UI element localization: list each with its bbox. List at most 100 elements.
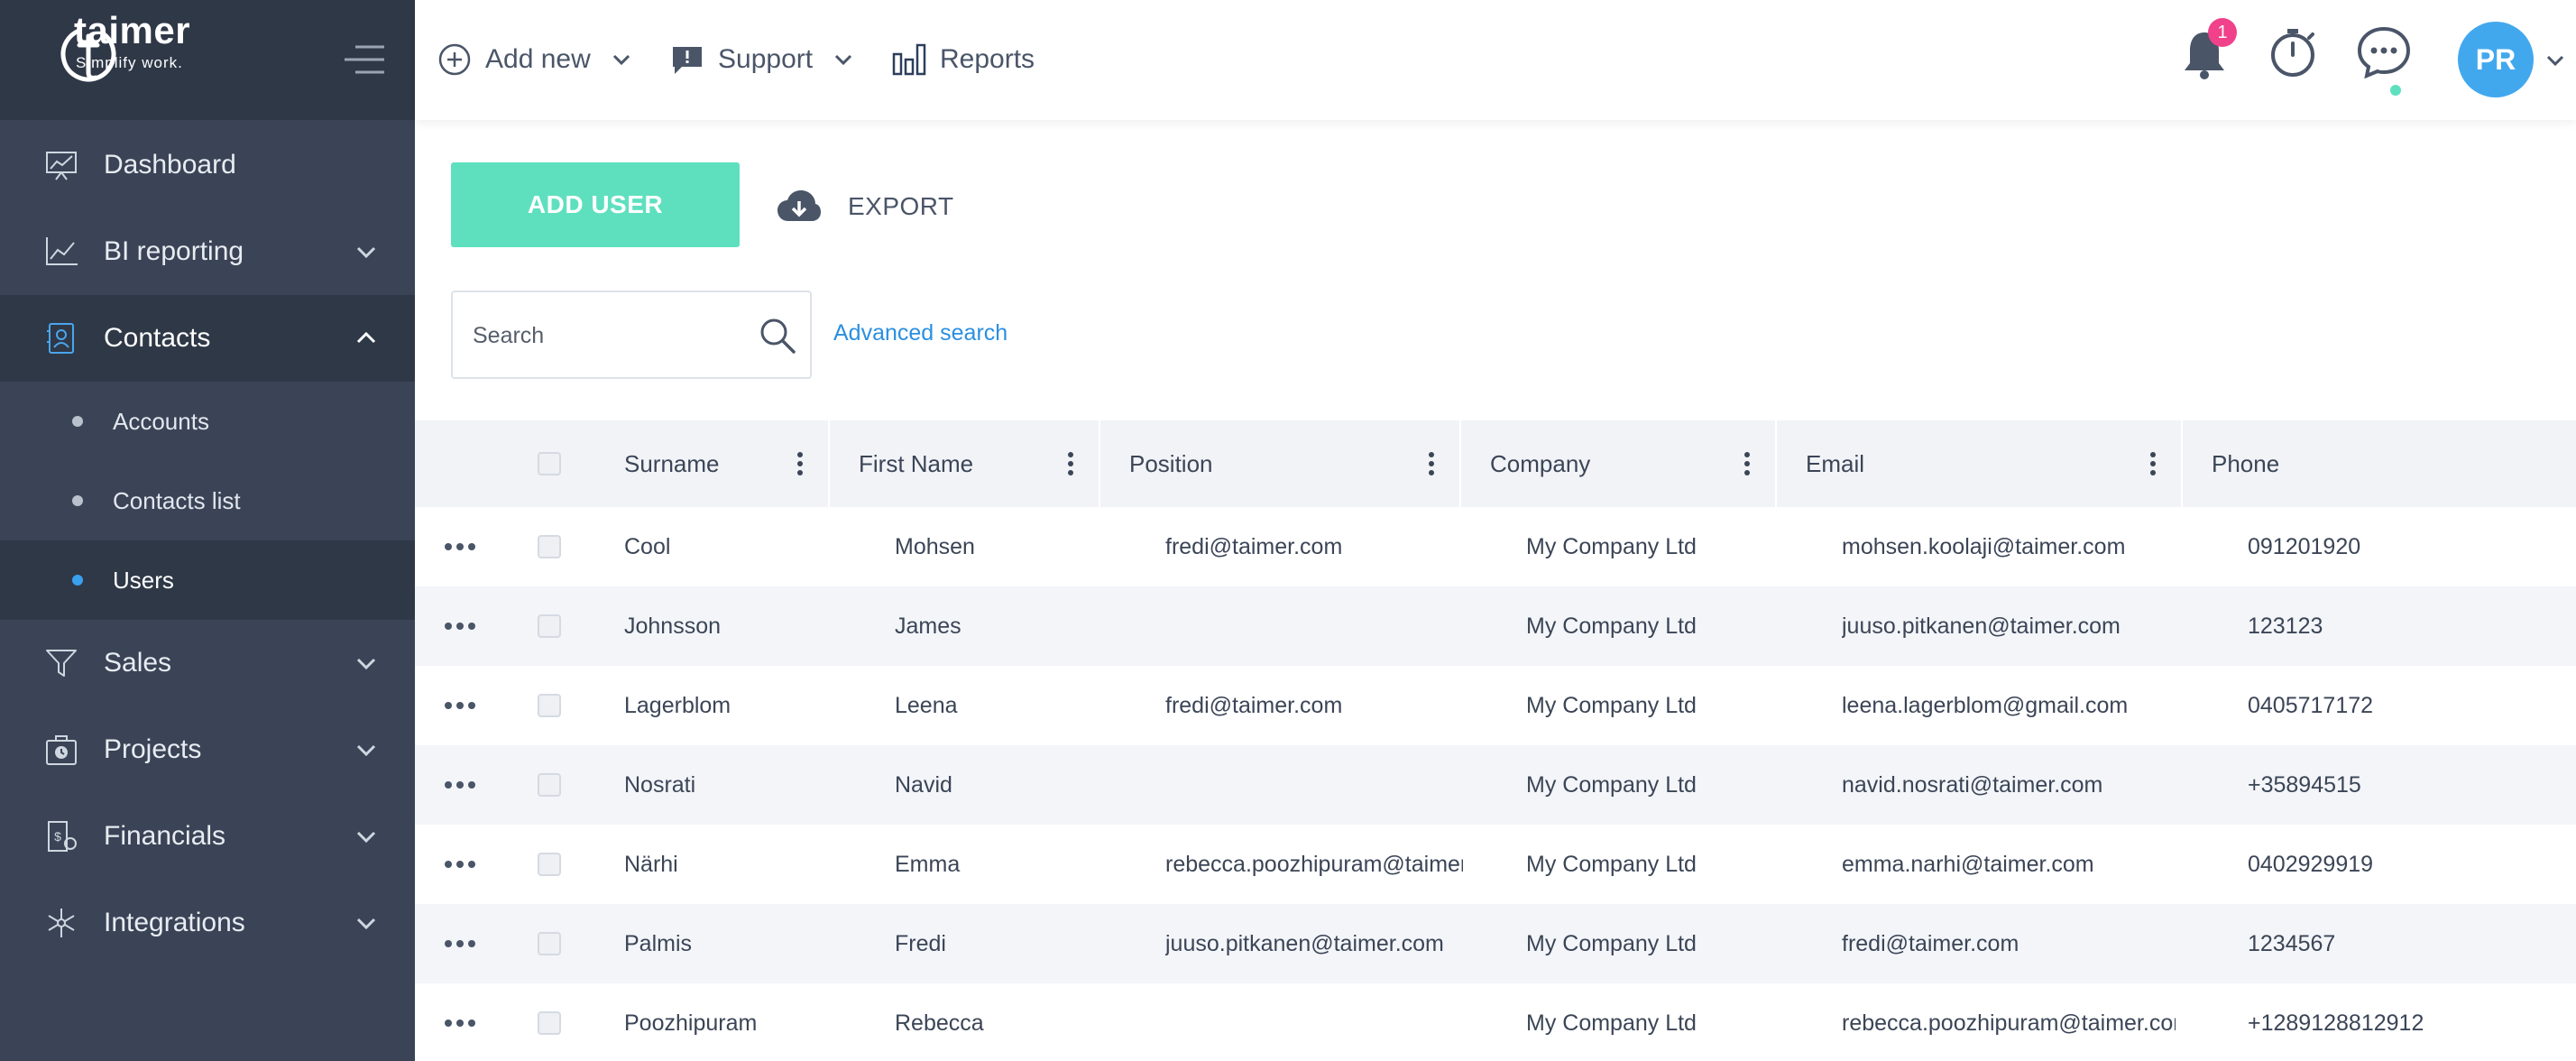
row-checkbox[interactable]: [538, 1011, 561, 1035]
reports-label: Reports: [940, 44, 1035, 74]
table-row[interactable]: Nosrati Navid My Company Ltd navid.nosra…: [415, 745, 2576, 825]
chevron-down-icon[interactable]: [831, 47, 856, 72]
row-checkbox[interactable]: [538, 535, 561, 558]
reports-button[interactable]: Reports: [891, 34, 1035, 85]
chevron-down-icon[interactable]: [609, 47, 634, 72]
table-row[interactable]: Johnsson James My Company Ltd juuso.pitk…: [415, 586, 2576, 666]
row-checkbox[interactable]: [538, 932, 561, 955]
cell-email: navid.nosrati@taimer.com: [1842, 771, 2103, 798]
sidebar-subitem-users[interactable]: Users: [0, 540, 415, 620]
row-actions-icon[interactable]: [444, 536, 476, 558]
row-actions-icon[interactable]: [444, 774, 476, 796]
cell-phone: 123123: [2248, 613, 2323, 639]
chevron-down-icon: [356, 658, 376, 670]
sidebar-item-dashboard[interactable]: Dashboard: [0, 122, 415, 208]
stopwatch-icon[interactable]: [2266, 25, 2320, 79]
sidebar-item-financials[interactable]: $ Financials: [0, 793, 415, 880]
cell-surname: Lagerblom: [624, 692, 731, 718]
header-company[interactable]: Company: [1461, 420, 1777, 507]
add-user-button[interactable]: ADD USER: [451, 162, 740, 247]
export-label: EXPORT: [848, 192, 954, 220]
add-new-button[interactable]: Add new: [437, 34, 634, 85]
table-row[interactable]: Palmis Fredi juuso.pitkanen@taimer.com M…: [415, 904, 2576, 983]
bullet-dot: [72, 416, 83, 427]
main-content: ADD USER EXPORT Advanced search Surname: [415, 120, 2576, 1061]
cell-surname: Nosrati: [624, 771, 696, 798]
search-icon[interactable]: [758, 316, 797, 355]
row-checkbox[interactable]: [538, 853, 561, 876]
row-actions-icon[interactable]: [444, 853, 476, 875]
row-actions-icon[interactable]: [444, 933, 476, 955]
brand-area: taimer Simplify work.: [0, 0, 415, 120]
cell-email: emma.narhi@taimer.com: [1842, 851, 2094, 877]
avatar[interactable]: PR: [2458, 22, 2534, 97]
cell-company: My Company Ltd: [1526, 692, 1697, 718]
cell-first-name: James: [895, 613, 961, 639]
row-actions-icon[interactable]: [444, 1012, 476, 1034]
cell-first-name: Navid: [895, 771, 952, 798]
table-row[interactable]: Närhi Emma rebecca.poozhipuram@taimer...…: [415, 825, 2576, 904]
sidebar: taimer Simplify work. Dashboard BI repor…: [0, 0, 415, 1061]
cell-email: mohsen.koolaji@taimer.com: [1842, 533, 2126, 559]
chevron-down-icon: [356, 831, 376, 844]
row-checkbox[interactable]: [538, 694, 561, 717]
top-bar: Add new Support Reports 1 PR: [415, 0, 2576, 120]
row-actions-icon[interactable]: [444, 615, 476, 637]
sidebar-item-projects[interactable]: Projects: [0, 706, 415, 793]
cell-phone: 0402929919: [2248, 851, 2374, 877]
cell-surname: Närhi: [624, 851, 678, 877]
chevron-down-icon[interactable]: [2544, 49, 2567, 72]
support-chat-icon: [673, 47, 702, 74]
header-position[interactable]: Position: [1100, 420, 1461, 507]
sidebar-item-label: BI reporting: [104, 236, 244, 266]
table-row[interactable]: Lagerblom Leena fredi@taimer.com My Comp…: [415, 666, 2576, 745]
search-input[interactable]: [473, 319, 743, 352]
chart-line-icon: [46, 237, 78, 265]
support-button[interactable]: Support: [669, 34, 856, 85]
column-menu-icon[interactable]: [1066, 451, 1075, 476]
row-checkbox[interactable]: [538, 773, 561, 797]
sidebar-item-contacts[interactable]: Contacts: [0, 295, 415, 382]
sidebar-item-integrations[interactable]: Integrations: [0, 880, 415, 966]
funnel-icon: [46, 650, 77, 677]
table-row[interactable]: Poozhipuram Rebecca My Company Ltd rebec…: [415, 983, 2576, 1061]
column-menu-icon[interactable]: [1427, 451, 1436, 476]
header-surname[interactable]: Surname: [568, 420, 830, 507]
column-menu-icon[interactable]: [796, 451, 805, 476]
advanced-search-link[interactable]: Advanced search: [833, 320, 1007, 346]
header-first-name[interactable]: First Name: [830, 420, 1100, 507]
menu-toggle-icon[interactable]: [343, 42, 386, 78]
search-box: [451, 291, 812, 379]
header-label: Position: [1129, 449, 1213, 477]
sidebar-item-sales[interactable]: Sales: [0, 620, 415, 706]
svg-text:$: $: [54, 829, 61, 844]
cloud-download-icon: [777, 190, 821, 221]
chat-bubble-icon[interactable]: [2354, 23, 2414, 83]
cell-phone: +35894515: [2248, 771, 2361, 798]
cell-company: My Company Ltd: [1526, 851, 1697, 877]
row-checkbox[interactable]: [538, 614, 561, 638]
cell-phone: 0405717172: [2248, 692, 2374, 718]
cell-company: My Company Ltd: [1526, 1010, 1697, 1036]
bar-chart-icon: [892, 43, 926, 76]
sidebar-item-label: Integrations: [104, 908, 245, 937]
cell-surname: Palmis: [624, 930, 693, 956]
sidebar-item-label: Projects: [104, 734, 202, 764]
cell-surname: Cool: [624, 533, 671, 559]
header-label: Email: [1806, 449, 1865, 477]
sidebar-subitem-contacts-list[interactable]: Contacts list: [0, 461, 415, 540]
sidebar-subitem-accounts[interactable]: Accounts: [0, 382, 415, 461]
cell-position: fredi@taimer.com: [1165, 692, 1343, 718]
row-actions-icon[interactable]: [444, 695, 476, 716]
export-button[interactable]: EXPORT: [776, 181, 954, 232]
sidebar-item-bi-reporting[interactable]: BI reporting: [0, 208, 415, 295]
column-menu-icon[interactable]: [2148, 451, 2157, 476]
select-all-checkbox[interactable]: [538, 452, 561, 475]
header-email[interactable]: Email: [1777, 420, 2183, 507]
table-row[interactable]: Cool Mohsen fredi@taimer.com My Company …: [415, 507, 2576, 586]
column-menu-icon[interactable]: [1743, 451, 1752, 476]
cell-company: My Company Ltd: [1526, 930, 1697, 956]
cell-position: juuso.pitkanen@taimer.com: [1165, 930, 1444, 956]
header-phone[interactable]: Phone: [2183, 420, 2576, 507]
cell-company: My Company Ltd: [1526, 613, 1697, 639]
